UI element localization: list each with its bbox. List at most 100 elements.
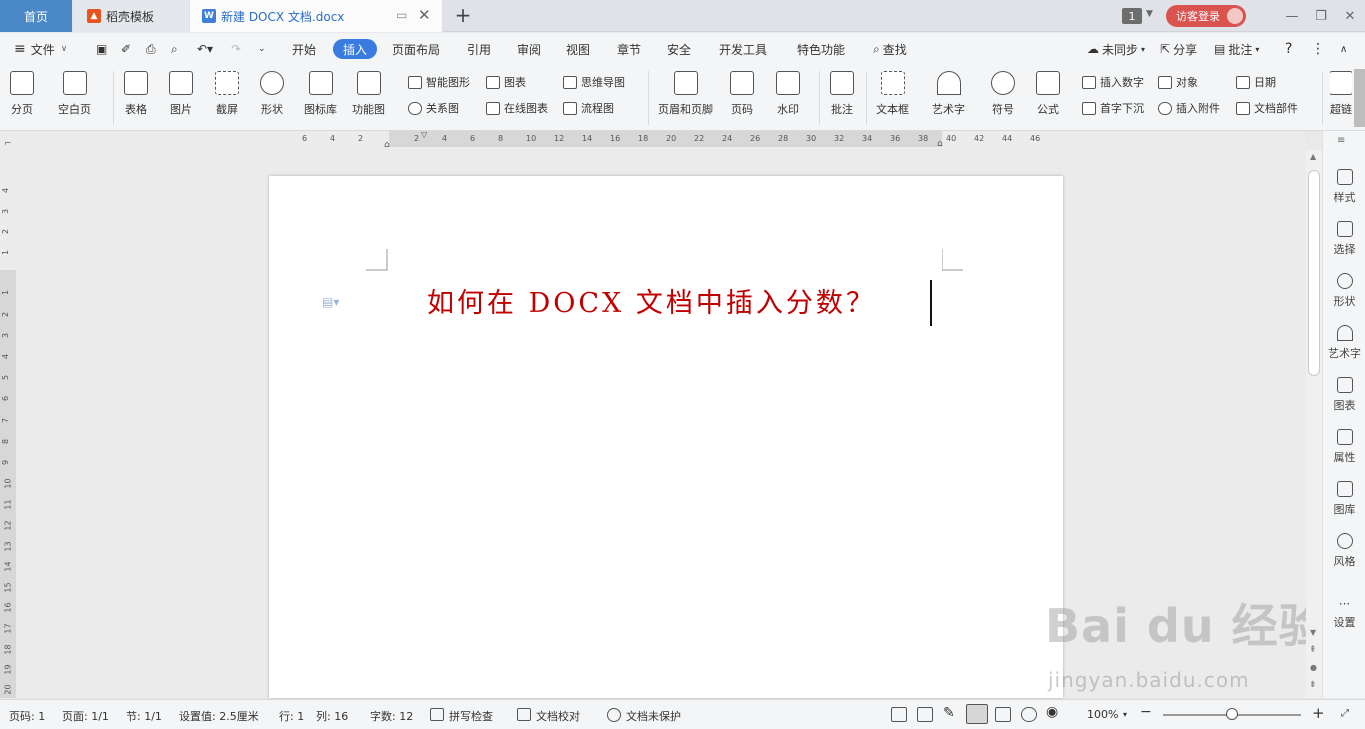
new-tab-button[interactable]: + [452, 3, 474, 27]
first-line-indent-icon[interactable]: ▽ [421, 130, 427, 139]
panel-toggle-icon[interactable]: ≡ [1337, 135, 1345, 146]
status-section[interactable]: 节: 1/1 [126, 708, 162, 724]
redo-icon[interactable]: ↷ [231, 39, 241, 59]
print-preview-icon[interactable]: ⌕ [171, 39, 178, 59]
tab-home[interactable]: 首页 [0, 0, 72, 32]
panel-chart[interactable]: 图表 [1323, 377, 1365, 413]
symbol-button[interactable]: 符号 [991, 71, 1015, 117]
status-page[interactable]: 页码: 1 [9, 708, 45, 724]
formula-button[interactable]: 公式 [1036, 71, 1060, 117]
zoom-dropdown-icon[interactable]: ▾ [1123, 710, 1127, 719]
outline-view-icon[interactable] [995, 707, 1011, 722]
protect-status[interactable]: 文档未保护 [626, 708, 681, 724]
scroll-up-icon[interactable]: ▲ [1310, 152, 1316, 161]
picture-button[interactable]: 图片 [169, 71, 193, 117]
document-title-text[interactable]: 如何在 DOCX 文档中插入分数？ [427, 281, 876, 320]
status-setting[interactable]: 设置值: 2.5厘米 [179, 708, 259, 724]
panel-style[interactable]: 风格 [1323, 533, 1365, 569]
undo-icon[interactable]: ↶▾ [197, 39, 213, 59]
menu-special[interactable]: 特色功能 [797, 39, 845, 59]
word-art-button[interactable]: 艺术字 [932, 71, 965, 117]
attachment-button[interactable]: 插入附件 [1158, 99, 1220, 117]
menu-section[interactable]: 章节 [617, 39, 641, 59]
icon-library-button[interactable]: 图标库 [304, 71, 337, 117]
minimize-icon[interactable]: — [1282, 6, 1302, 26]
table-button[interactable]: 表格 [124, 71, 148, 117]
annotation-button[interactable]: 批注 [830, 71, 854, 117]
status-pages[interactable]: 页面: 1/1 [62, 708, 109, 724]
hyperlink-button[interactable]: 超链 [1330, 71, 1352, 117]
web-view-icon[interactable] [1021, 707, 1037, 722]
page-number-button[interactable]: 页码 [730, 71, 754, 117]
menu-start[interactable]: 开始 [292, 39, 316, 59]
tab-document[interactable]: W 新建 DOCX 文档.docx ▭ ✕ [190, 0, 442, 32]
share-button[interactable]: ⇱ 分享 [1160, 39, 1197, 59]
header-footer-button[interactable]: 页眉和页脚 [658, 71, 713, 117]
drop-cap-button[interactable]: 首字下沉 [1082, 99, 1144, 117]
format-painter-icon[interactable]: ✐ [121, 39, 131, 59]
scroll-down-icon[interactable]: ▼ [1310, 628, 1316, 637]
flowchart-button[interactable]: 流程图 [563, 99, 614, 117]
menu-developer[interactable]: 开发工具 [719, 39, 767, 59]
panel-settings[interactable]: ··· 设置 [1323, 597, 1365, 630]
online-chart-button[interactable]: 在线图表 [486, 99, 548, 117]
sync-button[interactable]: ☁ 未同步 ▾ [1087, 39, 1145, 59]
watermark-button[interactable]: 水印 [776, 71, 800, 117]
status-row[interactable]: 行: 1 [279, 708, 304, 724]
panel-styles[interactable]: 样式 [1323, 169, 1365, 205]
document-page[interactable] [269, 176, 1063, 698]
proofread-button[interactable]: 文档校对 [536, 708, 580, 724]
panel-properties[interactable]: 属性 [1323, 429, 1365, 465]
search-command[interactable]: ⌕ 查找 [873, 39, 907, 59]
collapse-ribbon-icon[interactable]: ∧ [1340, 39, 1347, 59]
menu-page-layout[interactable]: 页面布局 [392, 39, 440, 59]
mind-map-button[interactable]: 思维导图 [563, 73, 625, 91]
smart-art-button[interactable]: 智能图形 [408, 73, 470, 91]
zoom-in-icon[interactable]: + [1312, 704, 1325, 722]
text-box-button[interactable]: 文本框 [876, 71, 909, 117]
customize-icon[interactable]: ⌄ [258, 39, 266, 59]
menu-references[interactable]: 引用 [467, 39, 491, 59]
zoom-level[interactable]: 100% [1087, 708, 1118, 721]
doc-parts-button[interactable]: 文档部件 [1236, 99, 1298, 117]
paragraph-layout-icon[interactable]: ▤▾ [322, 295, 339, 309]
close-tab-icon[interactable]: ✕ [418, 6, 431, 24]
expand-icon[interactable]: ⤢ [1341, 708, 1349, 719]
zoom-slider-knob[interactable] [1226, 708, 1238, 720]
fullscreen-icon[interactable] [891, 707, 907, 722]
menu-view[interactable]: 视图 [566, 39, 590, 59]
page-up-icon[interactable]: ⇞ [1309, 645, 1317, 655]
date-button[interactable]: 日期 [1236, 73, 1276, 91]
restore-icon[interactable]: ❐ [1311, 6, 1331, 26]
menu-review[interactable]: 审阅 [517, 39, 541, 59]
panel-gallery[interactable]: 图库 [1323, 481, 1365, 517]
object-button[interactable]: 对象 [1158, 73, 1198, 91]
right-indent-icon[interactable]: ⌂ [937, 139, 943, 149]
blank-page-button[interactable]: 空白页 [58, 71, 91, 117]
comment-button[interactable]: ▤ 批注 ▾ [1214, 39, 1259, 59]
insert-number-button[interactable]: 插入数字 [1082, 73, 1144, 91]
more-icon[interactable]: ⋮ [1311, 39, 1325, 59]
help-icon[interactable]: ? [1285, 39, 1292, 59]
reading-mode-icon[interactable] [917, 707, 933, 722]
close-window-icon[interactable]: ✕ [1340, 6, 1360, 26]
zoom-out-icon[interactable]: − [1140, 704, 1152, 720]
ribbon-scroll-right[interactable] [1354, 69, 1365, 127]
status-word-count[interactable]: 字数: 12 [370, 708, 413, 724]
menu-security[interactable]: 安全 [667, 39, 691, 59]
pin-icon[interactable]: ▭ [396, 8, 407, 22]
menu-insert[interactable]: 插入 [333, 39, 378, 59]
page-view-icon[interactable] [966, 704, 988, 724]
chart-button[interactable]: 图表 [486, 73, 526, 91]
tab-stop-icon[interactable]: ⌐ [4, 139, 12, 149]
screenshot-button[interactable]: 截屏 [215, 71, 239, 117]
file-menu[interactable]: ≡ 文件 ∨ [14, 39, 67, 59]
function-chart-button[interactable]: 功能图 [352, 71, 385, 117]
relation-chart-button[interactable]: 关系图 [408, 99, 459, 117]
indent-marker-icon[interactable]: ⌂ [384, 140, 390, 150]
page-down-icon[interactable]: ⇟ [1309, 680, 1317, 690]
dropdown-icon[interactable]: ▼ [1146, 9, 1153, 19]
visitor-login-button[interactable]: 访客登录 [1166, 5, 1246, 27]
edit-pen-icon[interactable]: ✎ [943, 705, 959, 721]
panel-wordart[interactable]: 艺术字 [1323, 325, 1365, 361]
